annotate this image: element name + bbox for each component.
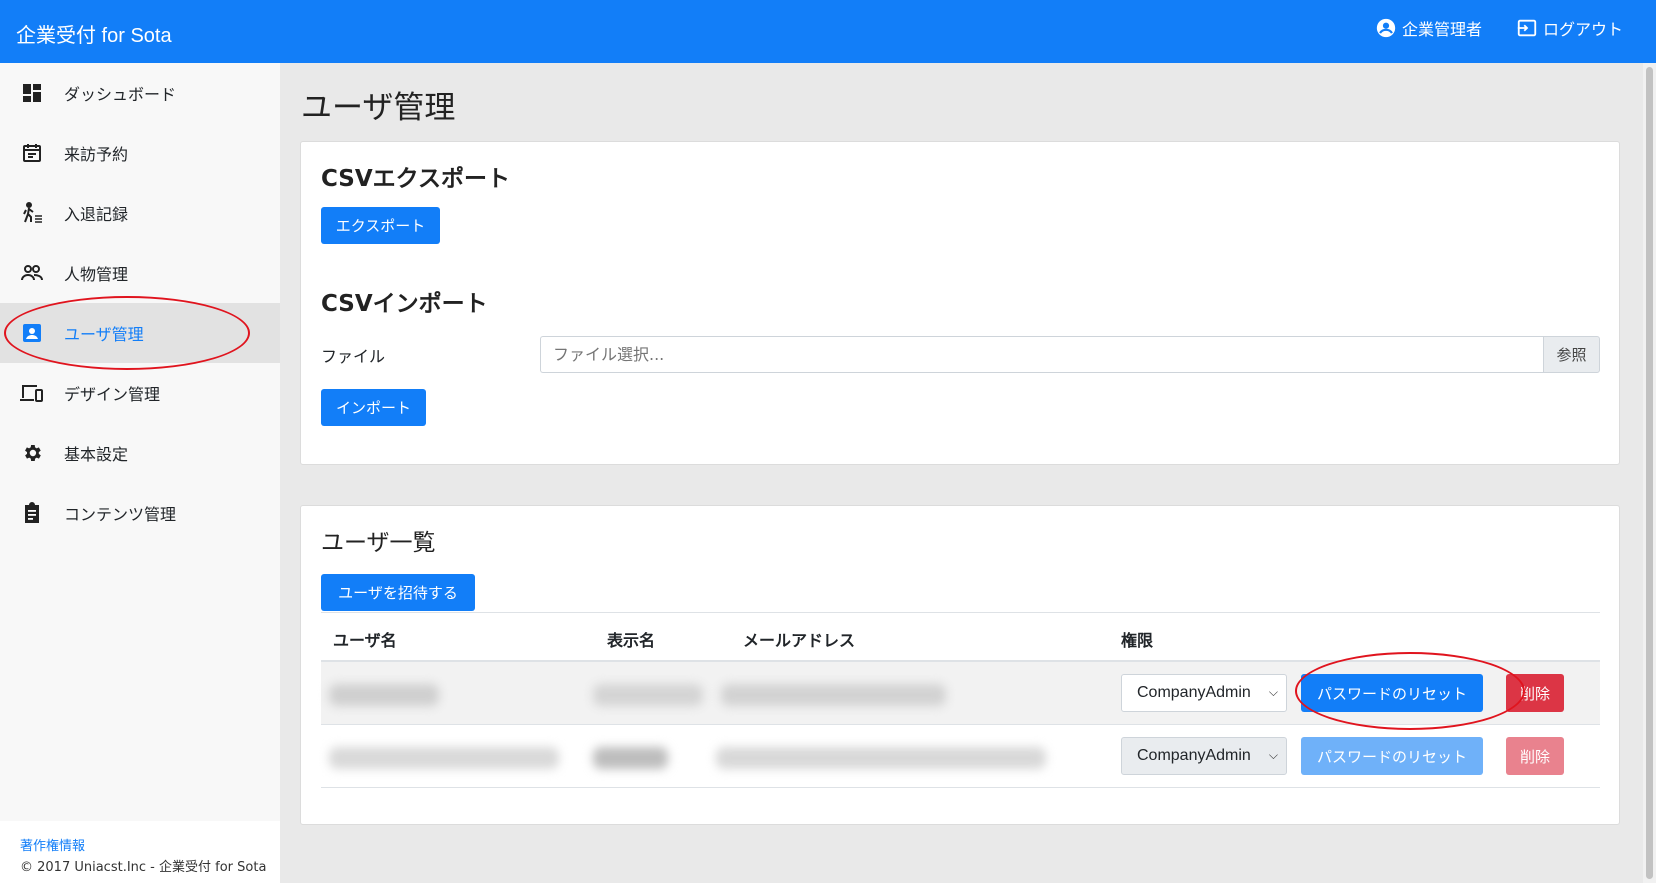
export-section-title: CSVエクスポート — [321, 166, 510, 192]
username-redacted — [329, 684, 439, 706]
import-section-title: CSVインポート — [321, 291, 488, 317]
table-row: CompanyAdmin ⌵ パスワードのリセット 削除 — [321, 725, 1600, 788]
sidebar-item-label: 来訪予約 — [64, 145, 129, 164]
column-header-role[interactable]: 権限 — [1121, 627, 1153, 651]
sidebar: ダッシュボード 来訪予約 入退記録 人物管理 ユーザ管理 デザイン管理 基本設定… — [0, 63, 280, 883]
clipboard-icon — [20, 501, 44, 525]
export-button[interactable]: エクスポート — [321, 207, 440, 244]
username-redacted — [329, 747, 559, 769]
people-icon — [20, 261, 44, 285]
role-select[interactable]: CompanyAdmin ⌵ — [1121, 737, 1287, 775]
sidebar-item-label: ユーザ管理 — [64, 325, 144, 344]
role-select-value: CompanyAdmin — [1137, 747, 1251, 764]
display-name-redacted — [593, 747, 668, 769]
email-redacted — [721, 684, 946, 706]
sidebar-item-label: 入退記録 — [64, 205, 129, 224]
sidebar-item-users[interactable]: ユーザ管理 — [0, 303, 280, 363]
browse-button[interactable]: 参照 — [1543, 336, 1600, 373]
logout-button[interactable]: ログアウト — [1515, 16, 1623, 40]
sidebar-item-label: ダッシュボード — [64, 85, 177, 104]
settings-icon — [20, 441, 44, 465]
copyright-text: © 2017 Uniacst.Inc - 企業受付 for Sota — [20, 860, 267, 875]
reset-password-button[interactable]: パスワードのリセット — [1301, 674, 1483, 712]
calendar-icon — [20, 141, 44, 165]
file-input[interactable] — [540, 336, 1543, 373]
reset-password-button[interactable]: パスワードのリセット — [1301, 737, 1483, 775]
table-header: ユーザ名 表示名 メールアドレス 権限 — [321, 612, 1600, 662]
email-redacted — [716, 747, 1046, 769]
sidebar-item-dashboard[interactable]: ダッシュボード — [0, 63, 280, 123]
page-title: ユーザ管理 — [301, 90, 456, 126]
top-navbar: 企業受付 for Sota 企業管理者 ログアウト — [0, 0, 1656, 63]
delete-button[interactable]: 削除 — [1506, 674, 1564, 712]
logout-label: ログアウト — [1543, 20, 1624, 39]
sidebar-footer: 著作権情報 © 2017 Uniacst.Inc - 企業受付 for Sota — [0, 821, 280, 883]
delete-button[interactable]: 削除 — [1506, 737, 1564, 775]
copyright-link[interactable]: 著作権情報 — [20, 835, 85, 854]
table-row: CompanyAdmin ⌵ パスワードのリセット 削除 — [321, 662, 1600, 725]
role-select[interactable]: CompanyAdmin ⌵ — [1121, 674, 1287, 712]
user-menu[interactable]: 企業管理者 — [1374, 16, 1482, 40]
user-list-card: ユーザ一覧 ユーザを招待する ユーザ名 表示名 メールアドレス 権限 Compa… — [300, 505, 1620, 825]
scrollbar-thumb[interactable] — [1646, 67, 1653, 879]
app-brand[interactable]: 企業受付 for Sota — [16, 19, 172, 48]
account-circle-icon — [1374, 16, 1398, 40]
csv-card: CSVエクスポート エクスポート CSVインポート ファイル 参照 インポート — [300, 141, 1620, 465]
dashboard-icon — [20, 81, 44, 105]
logout-icon — [1515, 16, 1539, 40]
sidebar-item-label: 人物管理 — [64, 265, 129, 284]
account-box-icon — [20, 321, 44, 345]
sidebar-item-design[interactable]: デザイン管理 — [0, 363, 280, 423]
chevron-down-icon: ⌵ — [1268, 685, 1278, 699]
sidebar-item-entry-logs[interactable]: 入退記録 — [0, 183, 280, 243]
user-label: 企業管理者 — [1402, 20, 1483, 39]
user-list-title: ユーザ一覧 — [321, 530, 436, 556]
walk-icon — [20, 201, 44, 225]
display-name-redacted — [593, 684, 703, 706]
import-button[interactable]: インポート — [321, 389, 426, 426]
page-scrollbar[interactable] — [1643, 63, 1656, 883]
sidebar-item-label: 基本設定 — [64, 445, 129, 464]
column-header-username[interactable]: ユーザ名 — [333, 627, 397, 651]
devices-icon — [20, 381, 44, 405]
sidebar-item-label: デザイン管理 — [64, 385, 161, 404]
role-select-value: CompanyAdmin — [1137, 684, 1251, 701]
file-label: ファイル — [321, 347, 386, 366]
chevron-down-icon: ⌵ — [1268, 748, 1278, 762]
invite-user-button[interactable]: ユーザを招待する — [321, 574, 475, 611]
sidebar-item-reservations[interactable]: 来訪予約 — [0, 123, 280, 183]
column-header-email[interactable]: メールアドレス — [743, 627, 855, 651]
sidebar-item-label: コンテンツ管理 — [64, 505, 177, 524]
sidebar-item-people[interactable]: 人物管理 — [0, 243, 280, 303]
column-header-display-name[interactable]: 表示名 — [607, 627, 655, 651]
sidebar-item-contents[interactable]: コンテンツ管理 — [0, 483, 280, 543]
sidebar-item-settings[interactable]: 基本設定 — [0, 423, 280, 483]
